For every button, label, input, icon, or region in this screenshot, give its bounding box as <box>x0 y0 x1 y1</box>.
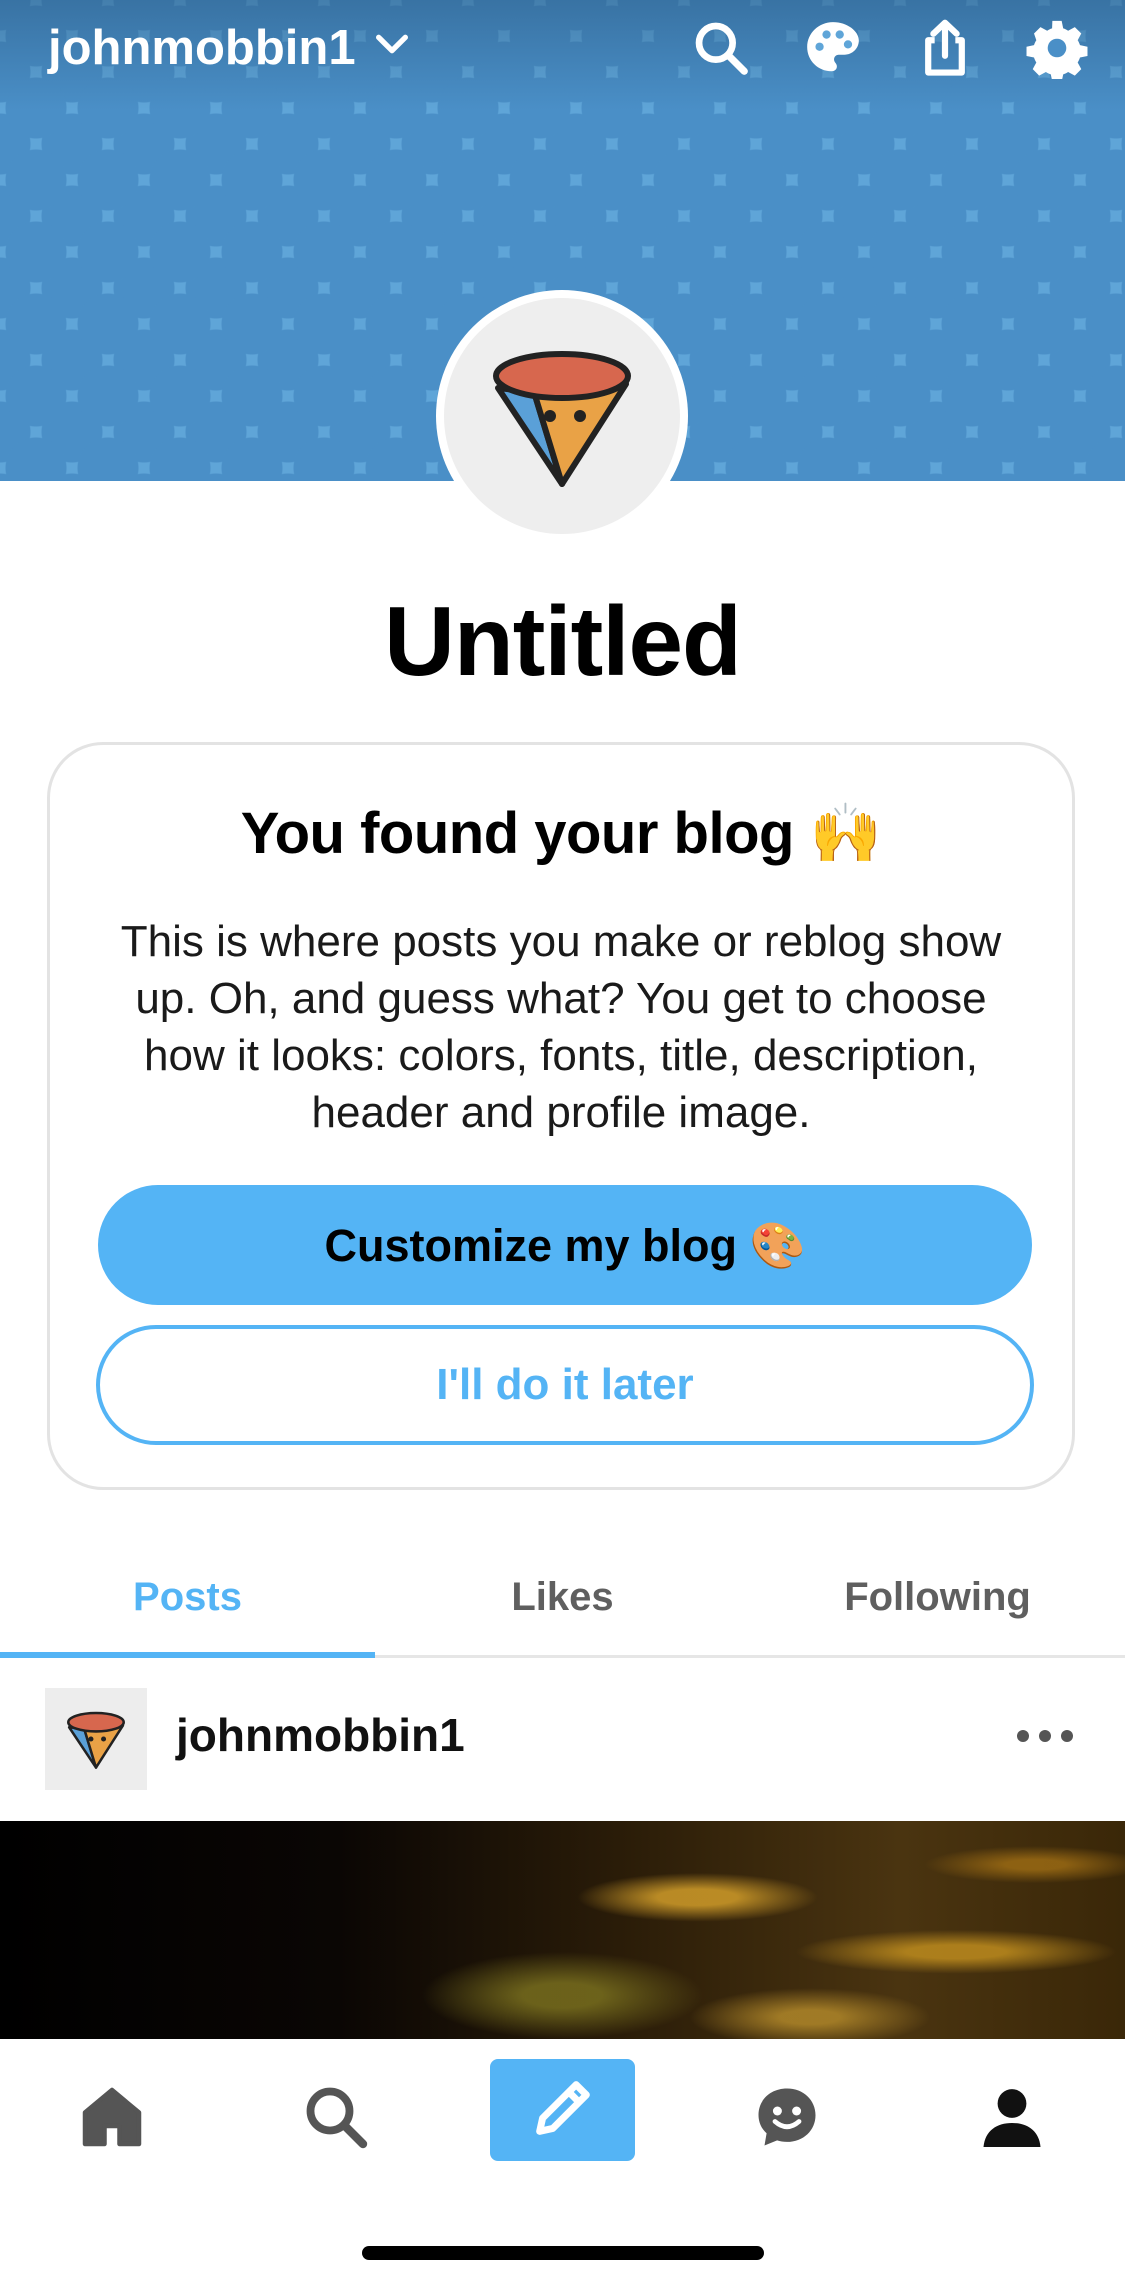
palette-button[interactable] <box>795 12 871 88</box>
card-description: This is where posts you make or reblog s… <box>120 917 1002 1137</box>
nav-search[interactable] <box>276 2069 396 2169</box>
nav-activity[interactable] <box>727 2069 847 2169</box>
avatar <box>444 298 680 534</box>
home-icon <box>76 2081 148 2158</box>
home-indicator <box>362 2246 764 2260</box>
blog-title[interactable]: Untitled <box>0 585 1125 698</box>
nav-home[interactable] <box>52 2069 172 2169</box>
chevron-down-icon <box>372 20 412 76</box>
post-username[interactable]: johnmobbin1 <box>176 1708 465 1762</box>
compose-icon <box>528 2073 598 2148</box>
gear-icon <box>1026 17 1088 84</box>
share-button[interactable] <box>907 12 983 88</box>
ellipsis-icon <box>1015 1728 1075 1749</box>
tab-posts[interactable]: Posts <box>0 1540 375 1658</box>
activity-icon <box>751 2081 823 2158</box>
more-options-button[interactable] <box>1005 1708 1085 1768</box>
tab-following[interactable]: Following <box>750 1540 1125 1655</box>
blog-switcher[interactable]: johnmobbin1 <box>48 16 412 80</box>
onboarding-card: You found your blog 🙌 This is where post… <box>47 742 1075 1490</box>
ice-cream-cone-logo <box>67 1711 125 1769</box>
share-icon <box>914 17 976 84</box>
nav-account[interactable] <box>952 2069 1072 2169</box>
palette-icon <box>802 17 864 84</box>
blog-tabs: Posts Likes Following <box>0 1540 1125 1658</box>
search-button[interactable] <box>683 12 759 88</box>
search-icon <box>690 17 752 84</box>
post-avatar[interactable] <box>45 1688 147 1790</box>
blog-name: johnmobbin1 <box>48 21 356 75</box>
search-icon <box>300 2081 372 2158</box>
post-image[interactable] <box>0 1821 1125 2039</box>
account-icon <box>976 2081 1048 2158</box>
do-it-later-button[interactable]: I'll do it later <box>96 1325 1034 1445</box>
blog-avatar[interactable] <box>436 290 688 542</box>
tab-likes[interactable]: Likes <box>375 1540 750 1655</box>
ice-cream-cone-logo <box>493 351 631 487</box>
card-heading: You found your blog 🙌 <box>240 801 882 866</box>
nav-compose[interactable] <box>490 2059 635 2161</box>
settings-button[interactable] <box>1019 12 1095 88</box>
customize-blog-button[interactable]: Customize my blog 🎨 <box>98 1185 1032 1305</box>
post-header: johnmobbin1 <box>0 1658 1125 1821</box>
